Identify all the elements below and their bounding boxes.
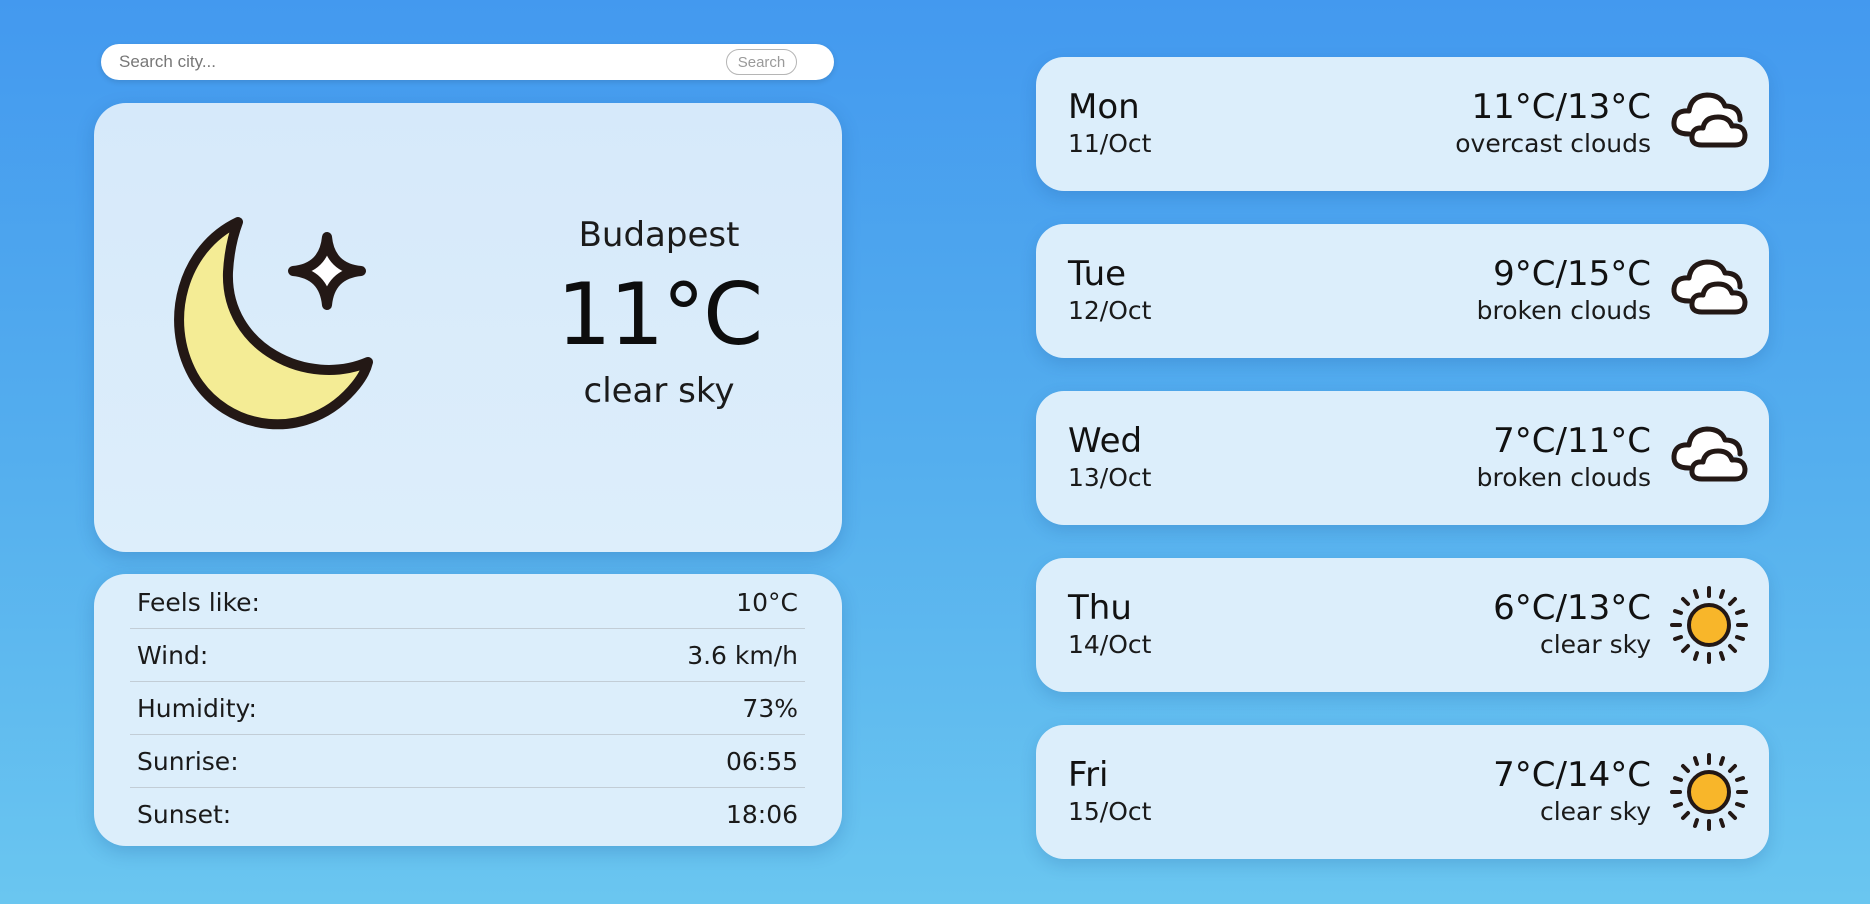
forecast-date: 12/Oct xyxy=(1068,296,1152,325)
weather-details-card: Feels like: 10°C Wind: 3.6 km/h Humidity… xyxy=(94,574,842,846)
forecast-date: 14/Oct xyxy=(1068,630,1152,659)
detail-value: 18:06 xyxy=(725,799,798,829)
detail-label: Sunset: xyxy=(137,799,232,829)
detail-row-humidity: Humidity: 73% xyxy=(130,682,805,735)
detail-row-sunrise: Sunrise: 06:55 xyxy=(130,735,805,788)
forecast-day: Fri xyxy=(1068,755,1109,795)
detail-value: 3.6 km/h xyxy=(687,640,798,670)
search-input[interactable] xyxy=(101,44,726,80)
forecast-description: clear sky xyxy=(1539,630,1651,659)
forecast-day: Tue xyxy=(1068,254,1127,294)
forecast-temperature: 6°C/13°C xyxy=(1493,588,1651,628)
sun-icon xyxy=(1670,586,1748,664)
current-weather-text: Budapest 11°C clear sky xyxy=(534,213,784,413)
forecast-day: Wed xyxy=(1068,421,1143,461)
detail-label: Humidity: xyxy=(137,693,257,723)
current-weather-card: Budapest 11°C clear sky xyxy=(94,103,842,552)
forecast-date: 15/Oct xyxy=(1068,797,1152,826)
detail-value: 10°C xyxy=(736,587,798,617)
forecast-card-fri[interactable]: Fri 15/Oct 7°C/14°C clear sky xyxy=(1036,725,1769,859)
forecast-day-block: Thu 14/Oct xyxy=(1068,588,1151,662)
forecast-day: Mon xyxy=(1068,87,1140,127)
forecast-description: broken clouds xyxy=(1476,296,1651,325)
details-list: Feels like: 10°C Wind: 3.6 km/h Humidity… xyxy=(130,576,805,840)
city-name: Budapest xyxy=(578,215,740,255)
forecast-date: 13/Oct xyxy=(1068,463,1152,492)
forecast-card-thu[interactable]: Thu 14/Oct 6°C/13°C clear sky xyxy=(1036,558,1769,692)
detail-value: 06:55 xyxy=(725,746,798,776)
search-button[interactable]: Search xyxy=(726,49,797,75)
detail-row-feels-like: Feels like: 10°C xyxy=(130,576,805,629)
forecast-temperature: 7°C/11°C xyxy=(1493,421,1651,461)
forecast-card-wed[interactable]: Wed 13/Oct 7°C/11°C broken clouds xyxy=(1036,391,1769,525)
current-temperature: 11°C xyxy=(556,265,763,365)
forecast-temp-block: 11°C/13°C overcast clouds xyxy=(1455,87,1651,161)
detail-label: Feels like: xyxy=(137,587,260,617)
forecast-description: broken clouds xyxy=(1476,463,1651,492)
detail-row-sunset: Sunset: 18:06 xyxy=(130,788,805,840)
forecast-temp-block: 7°C/14°C clear sky xyxy=(1493,755,1651,829)
moon-stars-icon xyxy=(174,217,373,430)
forecast-temp-block: 7°C/11°C broken clouds xyxy=(1477,421,1651,495)
forecast-card-tue[interactable]: Tue 12/Oct 9°C/15°C broken clouds xyxy=(1036,224,1769,358)
forecast-description: clear sky xyxy=(1539,797,1651,826)
forecast-temperature: 7°C/14°C xyxy=(1493,755,1651,795)
clouds-icon xyxy=(1671,426,1748,482)
forecast-day: Thu xyxy=(1068,588,1132,628)
forecast-day-block: Fri 15/Oct xyxy=(1068,755,1151,829)
detail-label: Wind: xyxy=(137,640,209,670)
forecast-temp-block: 9°C/15°C broken clouds xyxy=(1477,254,1651,328)
forecast-description: overcast clouds xyxy=(1455,129,1651,158)
search-bar: Search xyxy=(101,44,834,80)
clouds-icon xyxy=(1671,92,1748,148)
current-description: clear sky xyxy=(583,371,735,411)
sun-icon xyxy=(1670,753,1748,831)
forecast-list: Mon 11/Oct 11°C/13°C overcast clouds Tue… xyxy=(1036,57,1769,892)
forecast-date: 11/Oct xyxy=(1068,129,1152,158)
forecast-temperature: 9°C/15°C xyxy=(1493,254,1651,294)
detail-label: Sunrise: xyxy=(137,746,239,776)
forecast-card-mon[interactable]: Mon 11/Oct 11°C/13°C overcast clouds xyxy=(1036,57,1769,191)
detail-value: 73% xyxy=(742,693,798,723)
forecast-day-block: Mon 11/Oct xyxy=(1068,87,1151,161)
forecast-temp-block: 6°C/13°C clear sky xyxy=(1493,588,1651,662)
forecast-day-block: Wed 13/Oct xyxy=(1068,421,1151,495)
clouds-icon xyxy=(1671,259,1748,315)
forecast-temperature: 11°C/13°C xyxy=(1471,87,1651,127)
forecast-day-block: Tue 12/Oct xyxy=(1068,254,1151,328)
detail-row-wind: Wind: 3.6 km/h xyxy=(130,629,805,682)
